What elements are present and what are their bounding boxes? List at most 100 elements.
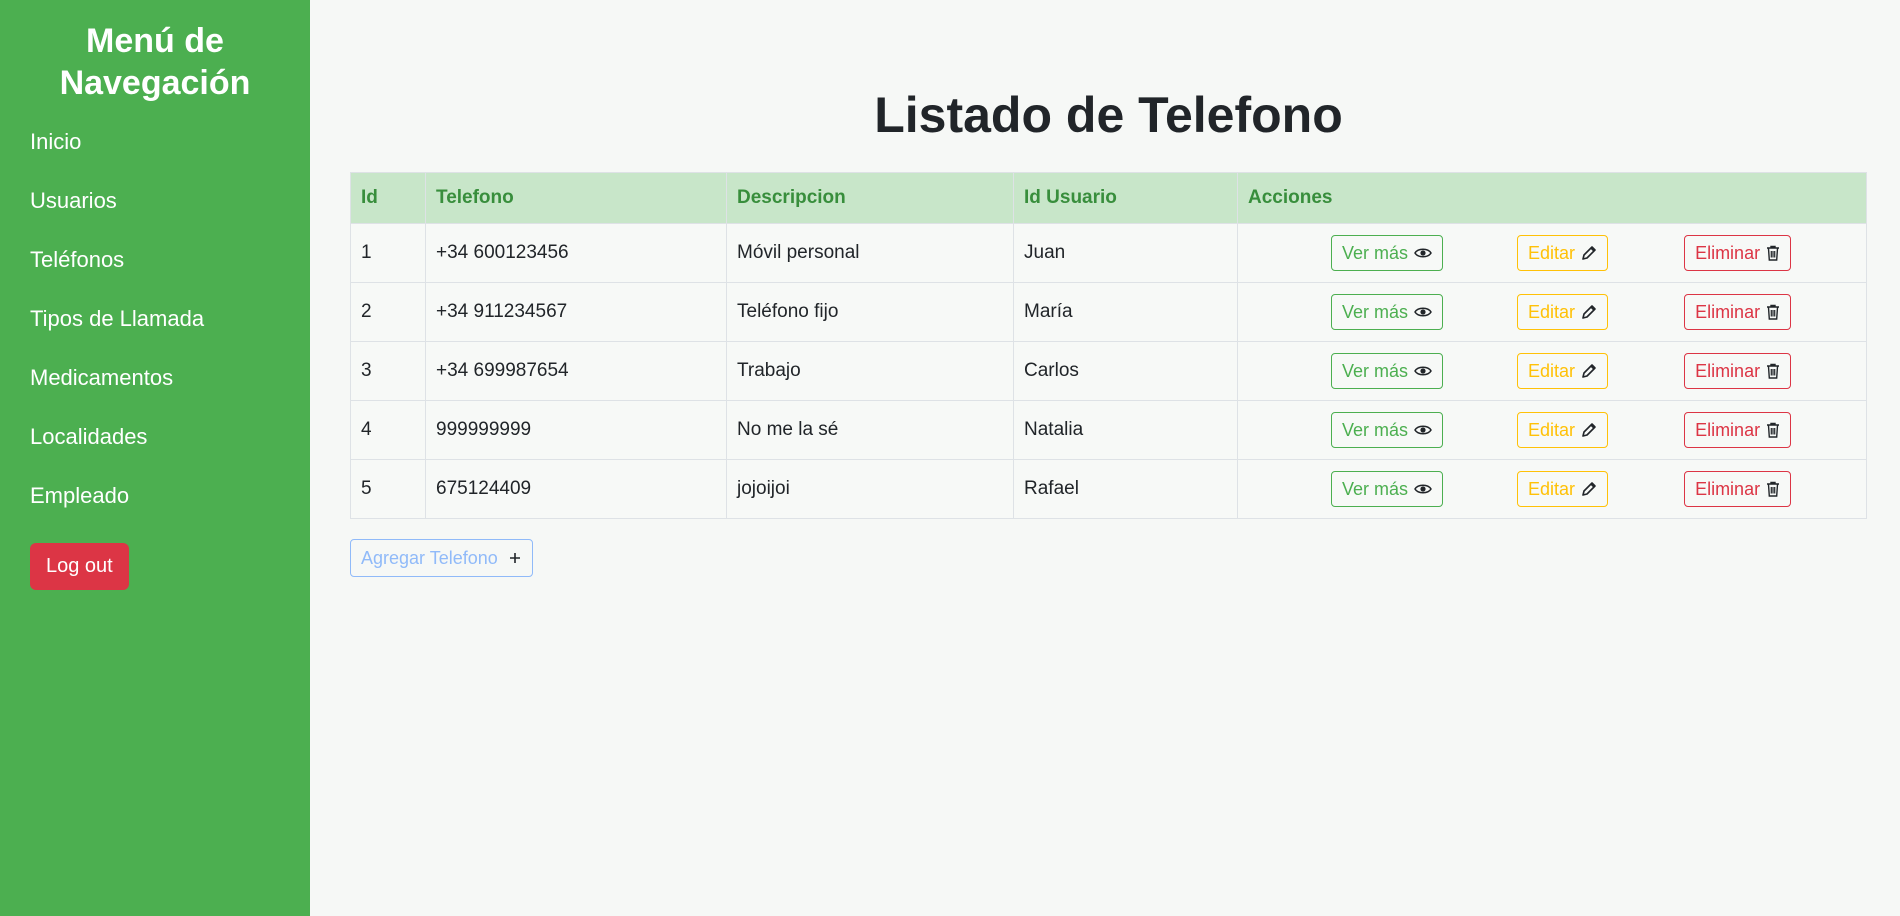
cell-id-usuario: Carlos bbox=[1013, 341, 1238, 401]
header-acciones: Acciones bbox=[1237, 172, 1867, 224]
header-descripcion: Descripcion bbox=[726, 172, 1014, 224]
cell-descripcion: No me la sé bbox=[726, 400, 1014, 460]
eliminar-label: Eliminar bbox=[1695, 419, 1761, 440]
header-id-usuario: Id Usuario bbox=[1013, 172, 1238, 224]
cell-id: 2 bbox=[350, 282, 426, 342]
sidebar: Menú de Navegación Inicio Usuarios Teléf… bbox=[0, 0, 310, 916]
editar-label: Editar bbox=[1528, 301, 1576, 322]
table-header-row: Id Telefono Descripcion Id Usuario Accio… bbox=[350, 172, 1867, 224]
eye-icon bbox=[1414, 482, 1432, 496]
actions-group: Ver más Editar Eliminar bbox=[1248, 471, 1856, 507]
ver-mas-label: Ver más bbox=[1342, 242, 1409, 263]
cell-acciones: Ver más Editar Eliminar bbox=[1237, 223, 1867, 283]
actions-group: Ver más Editar Eliminar bbox=[1248, 412, 1856, 448]
eye-icon bbox=[1414, 364, 1432, 378]
cell-telefono: +34 600123456 bbox=[425, 223, 727, 283]
editar-button[interactable]: Editar bbox=[1517, 294, 1609, 330]
trash-icon bbox=[1766, 245, 1780, 261]
editar-button[interactable]: Editar bbox=[1517, 412, 1609, 448]
cell-telefono: +34 911234567 bbox=[425, 282, 727, 342]
cell-id-usuario: Juan bbox=[1013, 223, 1238, 283]
eliminar-label: Eliminar bbox=[1695, 242, 1761, 263]
sidebar-item-localidades[interactable]: Localidades bbox=[30, 413, 280, 472]
editar-button[interactable]: Editar bbox=[1517, 353, 1609, 389]
pencil-icon bbox=[1581, 481, 1597, 497]
logout-button[interactable]: Log out bbox=[30, 543, 129, 590]
cell-id: 1 bbox=[350, 223, 426, 283]
sidebar-item-empleado[interactable]: Empleado bbox=[30, 472, 280, 531]
table-row: 5 675124409 jojoijoi Rafael Ver más Edit… bbox=[350, 459, 1867, 519]
eliminar-button[interactable]: Eliminar bbox=[1684, 471, 1792, 507]
table-body: 1 +34 600123456 Móvil personal Juan Ver … bbox=[350, 223, 1867, 519]
cell-id-usuario: María bbox=[1013, 282, 1238, 342]
header-id: Id bbox=[350, 172, 426, 224]
sidebar-item-medicamentos[interactable]: Medicamentos bbox=[30, 354, 280, 413]
actions-group: Ver más Editar Eliminar bbox=[1248, 235, 1856, 271]
cell-telefono: +34 699987654 bbox=[425, 341, 727, 401]
editar-button[interactable]: Editar bbox=[1517, 471, 1609, 507]
cell-acciones: Ver más Editar Eliminar bbox=[1237, 341, 1867, 401]
trash-icon bbox=[1766, 481, 1780, 497]
pencil-icon bbox=[1581, 245, 1597, 261]
add-telefono-label: Agregar Telefono bbox=[361, 547, 498, 568]
actions-group: Ver más Editar Eliminar bbox=[1248, 353, 1856, 389]
eliminar-button[interactable]: Eliminar bbox=[1684, 353, 1792, 389]
table-row: 3 +34 699987654 Trabajo Carlos Ver más E… bbox=[350, 341, 1867, 401]
eliminar-button[interactable]: Eliminar bbox=[1684, 235, 1792, 271]
actions-group: Ver más Editar Eliminar bbox=[1248, 294, 1856, 330]
sidebar-title: Menú de Navegación bbox=[59, 22, 251, 102]
pencil-icon bbox=[1581, 363, 1597, 379]
ver-mas-button[interactable]: Ver más bbox=[1331, 235, 1444, 271]
cell-descripcion: Teléfono fijo bbox=[726, 282, 1014, 342]
eye-icon bbox=[1414, 246, 1432, 260]
nav-list: Inicio Usuarios Teléfonos Tipos de Llama… bbox=[30, 118, 280, 531]
sidebar-item-inicio[interactable]: Inicio bbox=[30, 118, 280, 177]
sidebar-item-usuarios[interactable]: Usuarios bbox=[30, 177, 280, 236]
phones-table: Id Telefono Descripcion Id Usuario Accio… bbox=[350, 172, 1867, 519]
eye-icon bbox=[1414, 305, 1432, 319]
editar-label: Editar bbox=[1528, 360, 1576, 381]
trash-icon bbox=[1766, 363, 1780, 379]
eliminar-label: Eliminar bbox=[1695, 360, 1761, 381]
editar-label: Editar bbox=[1528, 478, 1576, 499]
cell-id: 3 bbox=[350, 341, 426, 401]
cell-acciones: Ver más Editar Eliminar bbox=[1237, 400, 1867, 460]
table-header: Id Telefono Descripcion Id Usuario Accio… bbox=[350, 172, 1867, 224]
plus-icon bbox=[508, 551, 522, 565]
header-telefono: Telefono bbox=[425, 172, 727, 224]
cell-acciones: Ver más Editar Eliminar bbox=[1237, 282, 1867, 342]
ver-mas-button[interactable]: Ver más bbox=[1331, 471, 1444, 507]
sidebar-item-telefonos[interactable]: Teléfonos bbox=[30, 236, 280, 295]
eliminar-button[interactable]: Eliminar bbox=[1684, 294, 1792, 330]
table-row: 1 +34 600123456 Móvil personal Juan Ver … bbox=[350, 223, 1867, 283]
eliminar-label: Eliminar bbox=[1695, 301, 1761, 322]
cell-acciones: Ver más Editar Eliminar bbox=[1237, 459, 1867, 519]
app-root: Menú de Navegación Inicio Usuarios Teléf… bbox=[0, 0, 1900, 916]
trash-icon bbox=[1766, 422, 1780, 438]
editar-button[interactable]: Editar bbox=[1517, 235, 1609, 271]
ver-mas-button[interactable]: Ver más bbox=[1331, 353, 1444, 389]
add-telefono-button[interactable]: Agregar Telefono bbox=[350, 539, 533, 577]
ver-mas-button[interactable]: Ver más bbox=[1331, 412, 1444, 448]
table-row: 2 +34 911234567 Teléfono fijo María Ver … bbox=[350, 282, 1867, 342]
pencil-icon bbox=[1581, 422, 1597, 438]
eliminar-button[interactable]: Eliminar bbox=[1684, 412, 1792, 448]
ver-mas-label: Ver más bbox=[1342, 419, 1409, 440]
editar-label: Editar bbox=[1528, 419, 1576, 440]
cell-descripcion: jojoijoi bbox=[726, 459, 1014, 519]
eliminar-label: Eliminar bbox=[1695, 478, 1761, 499]
ver-mas-button[interactable]: Ver más bbox=[1331, 294, 1444, 330]
cell-descripcion: Trabajo bbox=[726, 341, 1014, 401]
cell-id-usuario: Natalia bbox=[1013, 400, 1238, 460]
table-row: 4 999999999 No me la sé Natalia Ver más … bbox=[350, 400, 1867, 460]
cell-telefono: 999999999 bbox=[425, 400, 727, 460]
cell-id: 5 bbox=[350, 459, 426, 519]
main-content: Listado de Telefono Id Telefono Descripc… bbox=[310, 0, 1900, 916]
ver-mas-label: Ver más bbox=[1342, 301, 1409, 322]
cell-telefono: 675124409 bbox=[425, 459, 727, 519]
editar-label: Editar bbox=[1528, 242, 1576, 263]
sidebar-item-tipos-de-llamada[interactable]: Tipos de Llamada bbox=[30, 295, 280, 354]
cell-descripcion: Móvil personal bbox=[726, 223, 1014, 283]
cell-id: 4 bbox=[350, 400, 426, 460]
cell-id-usuario: Rafael bbox=[1013, 459, 1238, 519]
